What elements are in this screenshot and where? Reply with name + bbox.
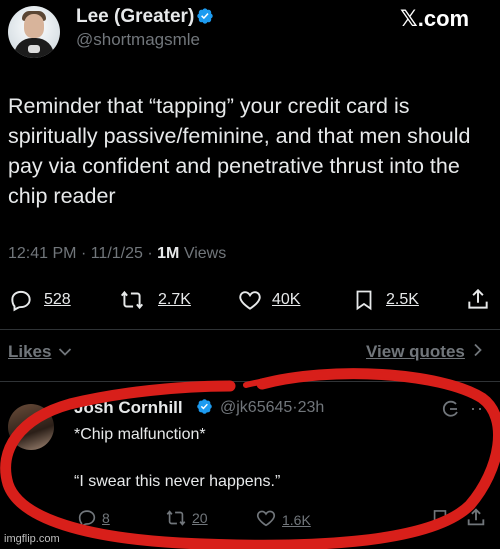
red-circle-annotation bbox=[0, 368, 500, 549]
watermark: imgflip.com bbox=[4, 533, 60, 545]
